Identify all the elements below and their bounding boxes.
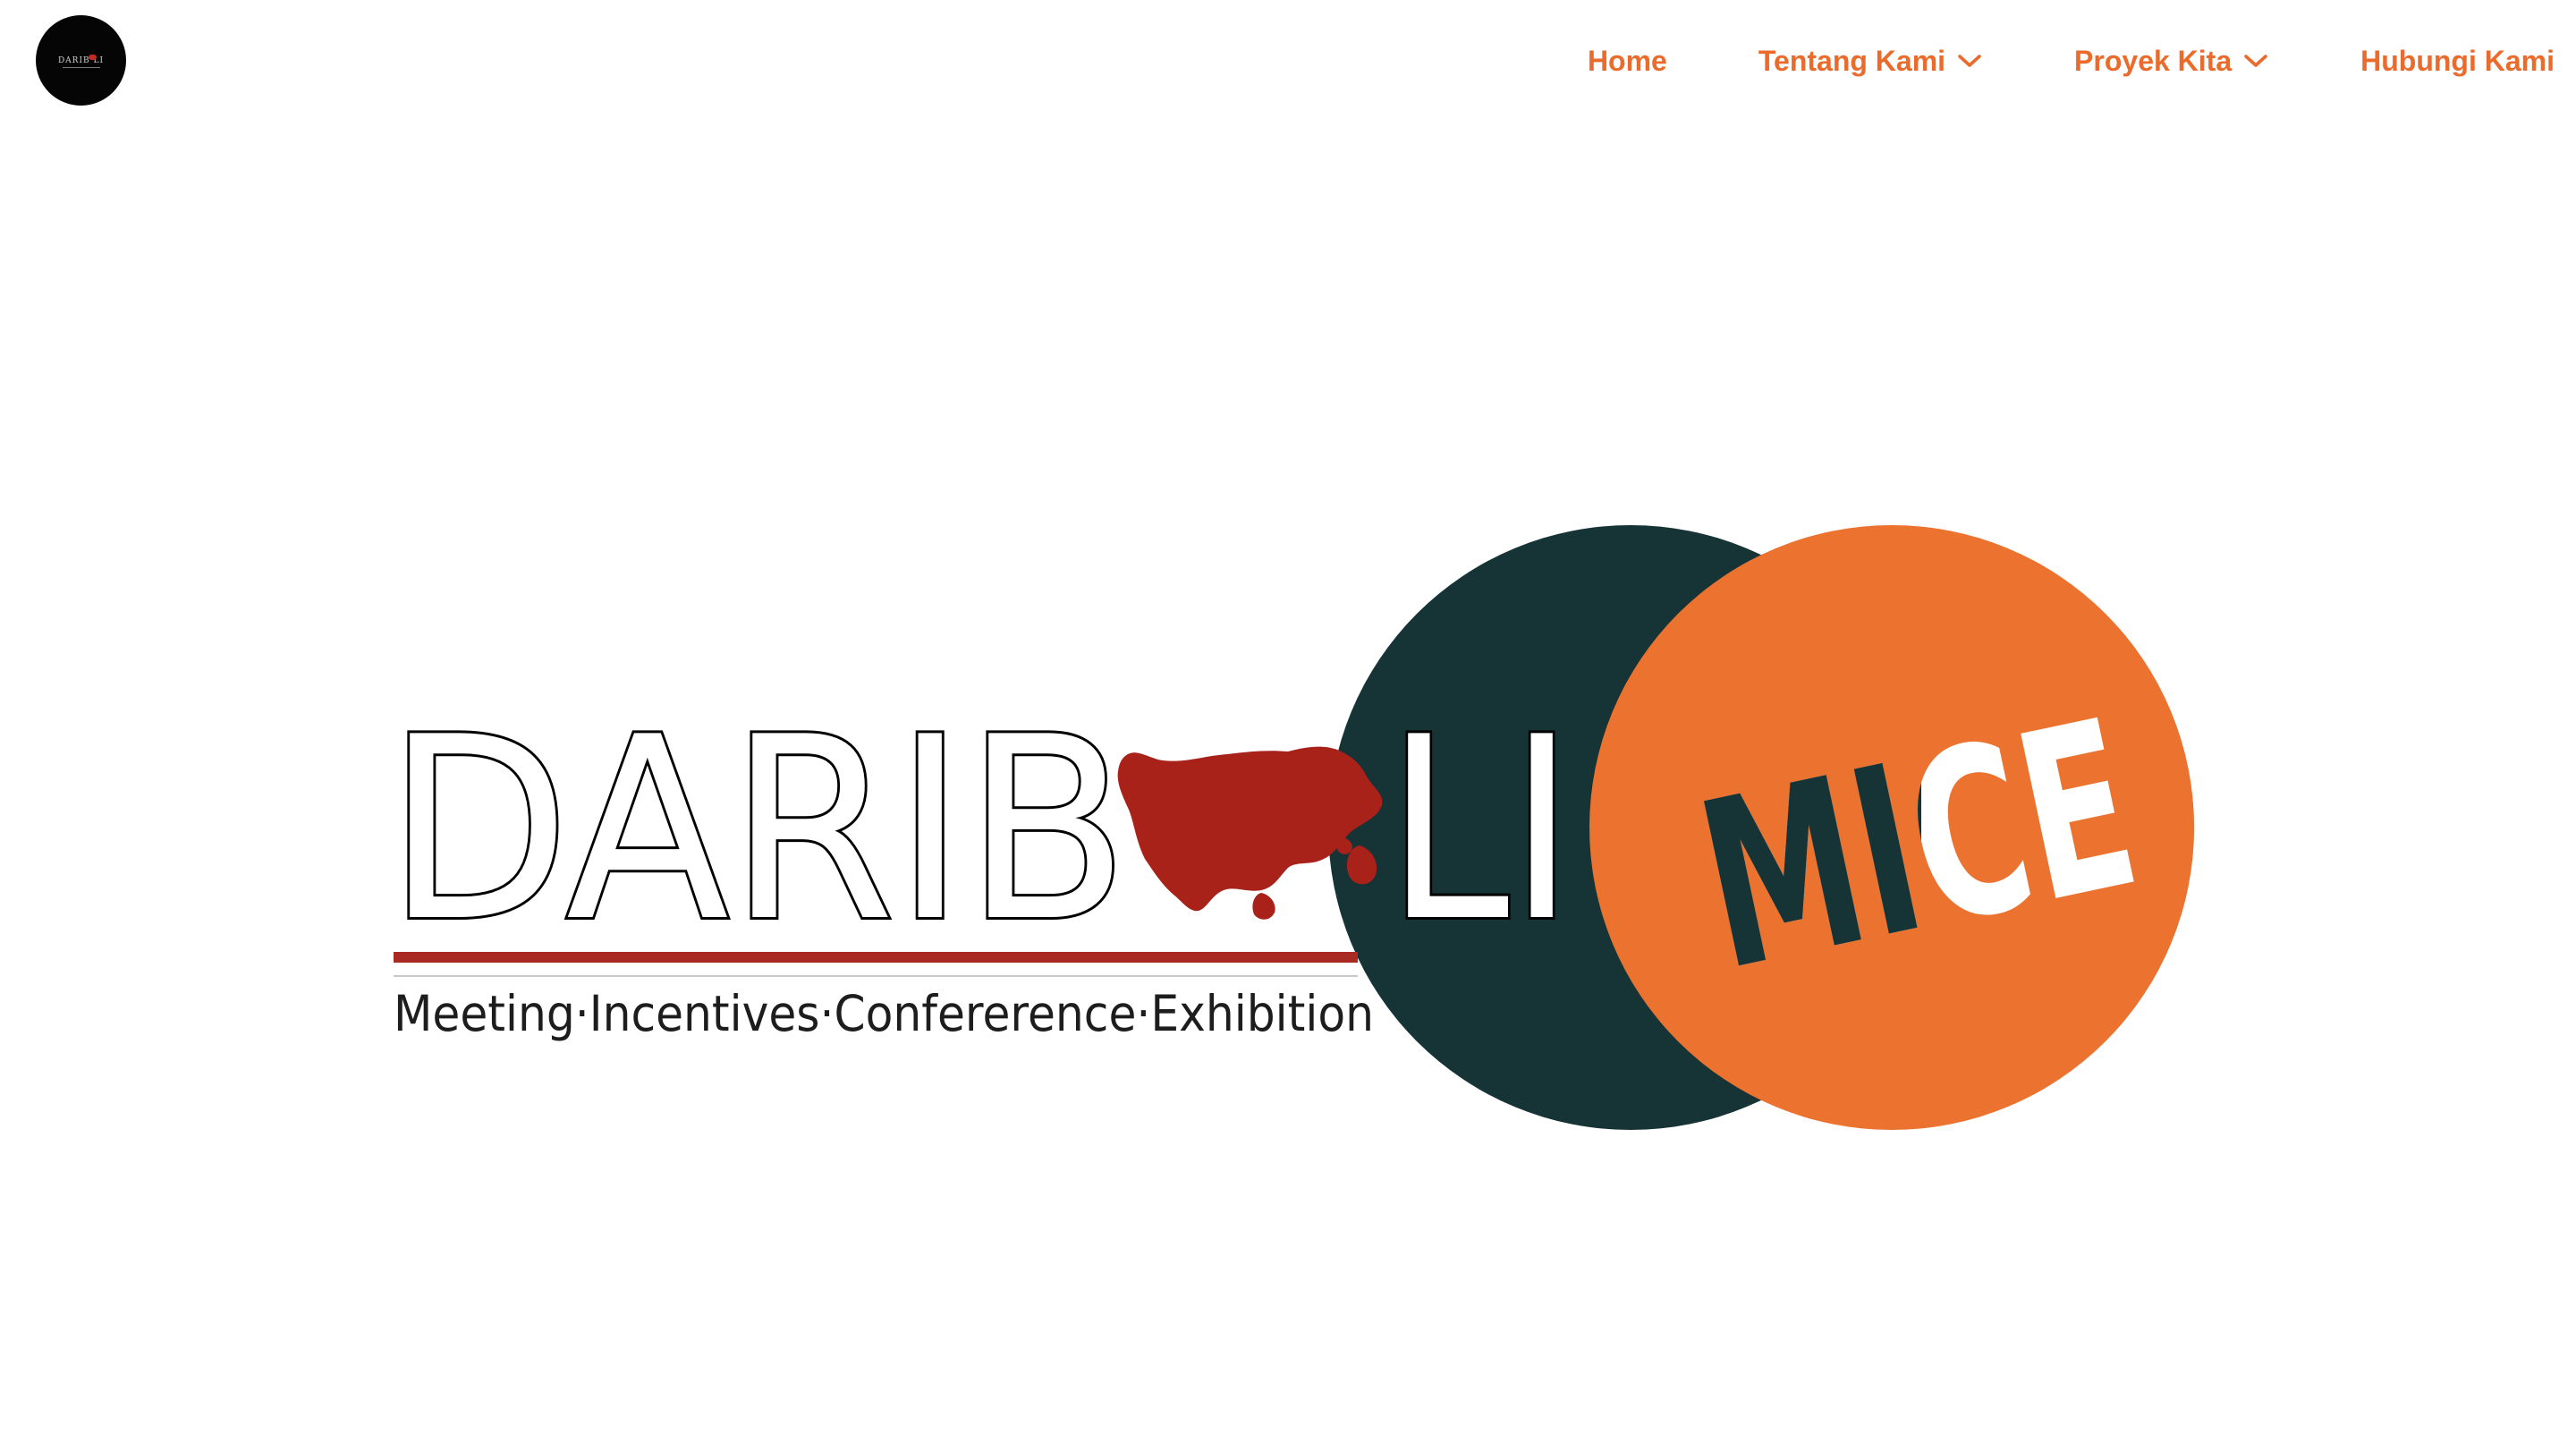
nav-item-home-label: Home: [1587, 44, 1667, 77]
nav-item-tentang-kami[interactable]: Tentang Kami: [1758, 45, 1983, 78]
nav-item-proyek-kita-label: Proyek Kita: [2074, 44, 2233, 77]
brand-word-left: DARIB: [386, 683, 1129, 977]
main-nav: Home Tentang Kami Proyek Kita Hubungi Ka…: [1588, 41, 2555, 81]
nav-item-home[interactable]: Home: [1588, 45, 1667, 78]
site-logo-island-icon: [89, 55, 97, 60]
brand-rule: [394, 952, 1358, 963]
nav-item-hubungi-kami[interactable]: Hubungi Kami: [2360, 45, 2555, 78]
nav-item-proyek-kita[interactable]: Proyek Kita: [2074, 45, 2269, 78]
nav-item-hubungi-kami-label: Hubungi Kami: [2360, 44, 2555, 77]
chevron-down-icon[interactable]: [2242, 52, 2269, 70]
nav-item-tentang-kami-label: Tentang Kami: [1758, 44, 1946, 77]
hero-section: DARIB LI Meeting·Incentives·Confererence…: [0, 122, 2576, 1452]
site-logo-text: DARIB LI: [57, 55, 105, 65]
chevron-down-icon[interactable]: [1956, 52, 1983, 70]
site-header: DARIB LI Home Tentang Kami Proyek Kita H…: [0, 0, 2576, 122]
brand-tagline: Meeting·Incentives·Confererence·Exhibiti…: [394, 985, 1374, 1042]
site-logo[interactable]: DARIB LI: [36, 15, 126, 106]
brand-word-right: LI: [1386, 683, 1574, 977]
site-logo-rule: [63, 67, 100, 68]
brand-thin-rule: [394, 975, 1358, 977]
hero-logo: DARIB LI Meeting·Incentives·Confererence…: [384, 525, 2194, 1130]
